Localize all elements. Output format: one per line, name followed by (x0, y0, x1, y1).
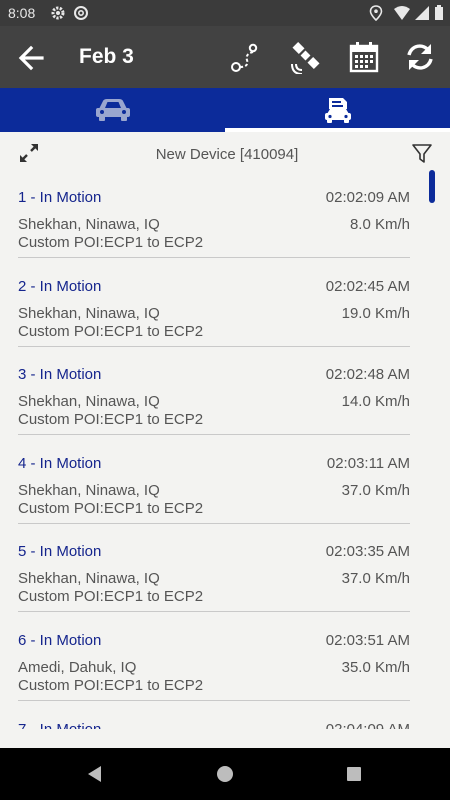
event-location: Shekhan, Ninawa, IQ (18, 481, 160, 499)
event-location: Shekhan, Ninawa, IQ (18, 570, 160, 588)
event-speed: 35.0 Km/h (341, 658, 410, 676)
route-icon[interactable] (227, 40, 261, 74)
event-title: 2 - In Motion (18, 277, 102, 295)
battery-icon (434, 5, 444, 24)
divider (18, 522, 410, 524)
device-header: New Device [410094] (0, 132, 450, 176)
event-title: 6 - In Motion (18, 631, 102, 649)
back-arrow-icon[interactable] (14, 41, 48, 75)
car-icon (93, 96, 133, 124)
event-speed: 14.0 Km/h (341, 393, 410, 411)
event-poi: Custom POI:ECP1 to ECP2 (18, 411, 204, 429)
tab-vehicles[interactable] (0, 88, 225, 132)
event-poi: Custom POI:ECP1 to ECP2 (18, 322, 204, 340)
event-title: 5 - In Motion (18, 543, 102, 561)
list-item[interactable]: 7 - In Motion 02:04:09 AM (0, 708, 450, 729)
event-time: 02:03:35 AM (325, 543, 410, 561)
list-item[interactable]: 2 - In Motion 02:02:45 AM Shekhan, Ninaw… (0, 265, 450, 354)
event-location: Shekhan, Ninawa, IQ (18, 393, 160, 411)
event-time: 02:02:48 AM (325, 366, 410, 384)
tab-bar (0, 88, 450, 132)
list-item[interactable]: 3 - In Motion 02:02:48 AM Shekhan, Ninaw… (0, 353, 450, 442)
event-poi: Custom POI:ECP1 to ECP2 (18, 499, 204, 517)
app-toolbar: Feb 3 (0, 26, 450, 88)
calendar-icon[interactable] (347, 40, 381, 74)
status-bar: 8:08 (0, 0, 450, 26)
tab-vehicle-details[interactable] (225, 88, 450, 132)
event-speed: 8.0 Km/h (349, 216, 410, 233)
page-title: Feb 3 (79, 45, 134, 68)
at-sign-icon (73, 5, 89, 24)
event-title: 4 - In Motion (18, 454, 102, 472)
event-location: Shekhan, Ninawa, IQ (18, 216, 160, 233)
event-speed: 37.0 Km/h (341, 481, 410, 499)
event-title: 3 - In Motion (18, 366, 102, 384)
filter-icon[interactable] (410, 142, 434, 166)
system-nav-bar (0, 748, 450, 800)
satellite-icon[interactable] (290, 40, 324, 75)
event-list[interactable]: 1 - In Motion 02:02:09 AM Shekhan, Ninaw… (0, 176, 450, 729)
scrollbar-thumb[interactable] (429, 170, 435, 203)
nav-recents-icon[interactable] (343, 763, 365, 785)
refresh-icon[interactable] (403, 40, 437, 74)
event-speed: 37.0 Km/h (341, 570, 410, 588)
event-time: 02:02:09 AM (325, 189, 410, 206)
divider (18, 611, 410, 613)
event-time: 02:03:11 AM (326, 454, 410, 472)
signal-icon (414, 5, 430, 24)
event-time: 02:04:09 AM (326, 721, 410, 729)
event-time: 02:03:51 AM (325, 631, 410, 649)
list-item[interactable]: 5 - In Motion 02:03:35 AM Shekhan, Ninaw… (0, 530, 450, 619)
event-title: 1 - In Motion (18, 189, 102, 206)
list-item[interactable]: 4 - In Motion 02:03:11 AM Shekhan, Ninaw… (0, 442, 450, 531)
event-poi: Custom POI:ECP1 to ECP2 (18, 676, 204, 694)
wifi-icon (393, 5, 411, 24)
divider (18, 434, 410, 436)
event-poi: Custom POI:ECP1 to ECP2 (18, 234, 204, 251)
device-title: New Device [410094] (155, 146, 299, 163)
car-details-icon (318, 96, 358, 124)
event-time: 02:02:45 AM (325, 277, 410, 295)
list-item[interactable]: 6 - In Motion 02:03:51 AM Amedi, Dahuk, … (0, 619, 450, 708)
event-location: Shekhan, Ninawa, IQ (18, 304, 160, 322)
event-title: 7 - In Motion (18, 721, 101, 729)
status-time: 8:08 (8, 5, 36, 21)
gear-icon (50, 5, 66, 24)
divider (18, 699, 410, 701)
nav-back-icon[interactable] (84, 763, 106, 785)
event-location: Amedi, Dahuk, IQ (18, 658, 137, 676)
event-speed: 19.0 Km/h (341, 304, 410, 322)
event-poi: Custom POI:ECP1 to ECP2 (18, 588, 204, 606)
divider (18, 257, 410, 258)
list-item[interactable]: 1 - In Motion 02:02:09 AM Shekhan, Ninaw… (0, 176, 450, 265)
location-icon (369, 5, 383, 24)
divider (18, 345, 410, 347)
nav-home-icon[interactable] (214, 763, 236, 785)
